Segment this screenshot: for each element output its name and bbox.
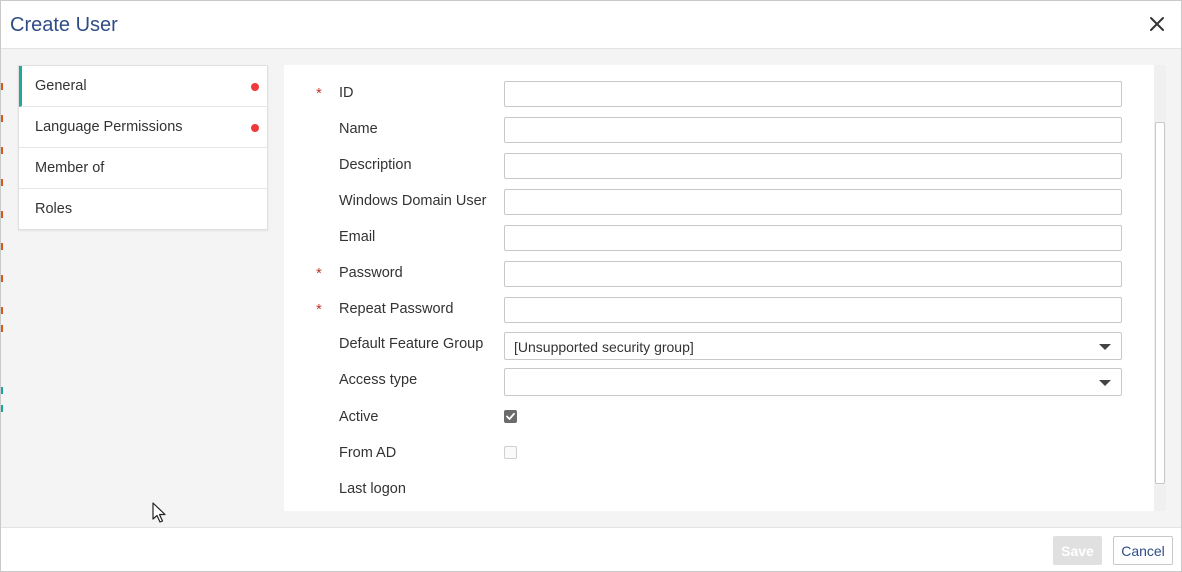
form-row-description: Description [284, 153, 1154, 179]
dialog-header: Create User [1, 1, 1181, 49]
edge-marker [1, 211, 3, 218]
field-label: ID [339, 85, 354, 101]
field-label: Email [339, 229, 376, 245]
form-row-access-type: Access type [284, 368, 1154, 396]
select-value: [Unsupported security group] [514, 339, 694, 355]
from-ad-checkbox [504, 446, 517, 459]
section-nav: General Language Permissions Member of R… [18, 65, 268, 230]
email-input[interactable] [504, 225, 1122, 251]
windows-domain-user-input[interactable] [504, 189, 1122, 215]
default-feature-group-select[interactable]: [Unsupported security group] [504, 332, 1122, 360]
dialog-body: General Language Permissions Member of R… [1, 49, 1181, 527]
field-label: Last logon [339, 481, 406, 497]
nav-item-label: Member of [35, 160, 105, 176]
caret-down-icon [1099, 380, 1111, 386]
nav-item-label: Language Permissions [35, 119, 183, 135]
nav-item-label: General [35, 78, 87, 94]
password-input[interactable] [504, 261, 1122, 287]
check-icon [506, 412, 515, 420]
edge-marker [1, 179, 3, 186]
nav-item-member-of[interactable]: Member of [19, 148, 267, 189]
form-row-from-ad: From AD [284, 441, 1154, 467]
form-row-active: Active [284, 405, 1154, 431]
caret-down-icon [1099, 344, 1111, 350]
access-type-select[interactable] [504, 368, 1122, 396]
required-marker: * [316, 85, 322, 102]
form-row-password: * Password [284, 261, 1154, 287]
field-label: Default Feature Group [339, 336, 484, 352]
nav-item-roles[interactable]: Roles [19, 189, 267, 230]
description-input[interactable] [504, 153, 1122, 179]
dialog-footer: Save Cancel [1, 527, 1181, 571]
field-label: Password [339, 265, 403, 281]
close-icon[interactable] [1147, 14, 1167, 34]
form-row-last-logon: Last logon [284, 477, 1154, 503]
form-row-email: Email [284, 225, 1154, 251]
id-input[interactable] [504, 81, 1122, 107]
nav-item-language-permissions[interactable]: Language Permissions [19, 107, 267, 148]
required-marker: * [316, 301, 322, 318]
field-label: Active [339, 409, 379, 425]
form-row-name: Name [284, 117, 1154, 143]
error-dot-icon [251, 124, 259, 132]
mouse-cursor-icon [152, 502, 166, 523]
field-label: From AD [339, 445, 397, 461]
cancel-button[interactable]: Cancel [1113, 536, 1173, 565]
save-button[interactable]: Save [1053, 536, 1102, 565]
edge-marker [1, 307, 3, 314]
form-row-default-feature-group: Default Feature Group [Unsupported secur… [284, 332, 1154, 360]
repeat-password-input[interactable] [504, 297, 1122, 323]
field-label: Repeat Password [339, 301, 454, 317]
edge-marker [1, 405, 3, 412]
field-label: Access type [339, 372, 418, 388]
edge-marker [1, 275, 3, 282]
form-row-windows-domain-user: Windows Domain User [284, 189, 1154, 215]
field-label: Windows Domain User [339, 193, 487, 209]
required-marker: * [316, 265, 322, 282]
form-row-id: * ID [284, 81, 1154, 107]
edge-marker [1, 387, 3, 394]
general-form-panel: * ID Name Description Windows Domain Use… [284, 65, 1154, 511]
form-row-repeat-password: * Repeat Password [284, 297, 1154, 323]
edge-marker [1, 147, 3, 154]
form-scrollbar[interactable] [1154, 65, 1166, 511]
edge-marker [1, 115, 3, 122]
dialog-title: Create User [10, 14, 118, 36]
name-input[interactable] [504, 117, 1122, 143]
active-checkbox[interactable] [504, 410, 517, 423]
nav-item-general[interactable]: General [19, 66, 267, 107]
error-dot-icon [251, 83, 259, 91]
edge-marker [1, 243, 3, 250]
edge-marker [1, 325, 3, 332]
scrollbar-thumb[interactable] [1155, 122, 1165, 484]
nav-item-label: Roles [35, 201, 73, 217]
create-user-dialog: Create User General Language Permissions [0, 0, 1182, 572]
edge-marker [1, 83, 3, 90]
field-label: Name [339, 121, 378, 137]
field-label: Description [339, 157, 412, 173]
